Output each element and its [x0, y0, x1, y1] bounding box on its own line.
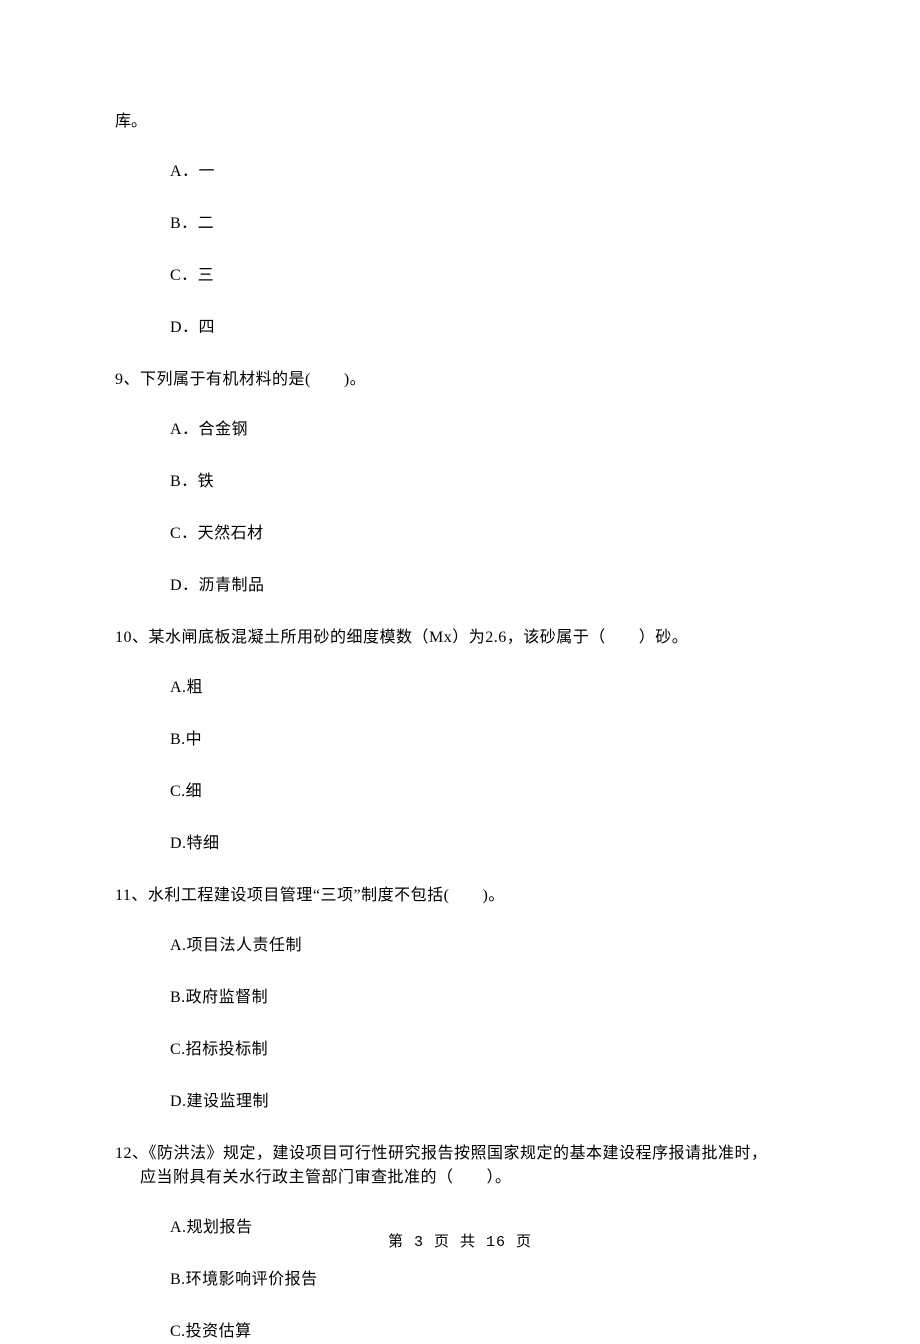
- q11-option-d: D.建设监理制: [170, 1090, 805, 1114]
- q10-option-b: B.中: [170, 728, 805, 752]
- q11-option-a: A.项目法人责任制: [170, 934, 805, 958]
- document-page: 库。 A．一 B．二 C．三 D．四 9、下列属于有机材料的是( )。 A．合金…: [0, 0, 920, 1302]
- q12-option-c: C.投资估算: [170, 1320, 805, 1344]
- q9-option-a: A．合金钢: [170, 418, 805, 442]
- q8-option-d: D．四: [170, 316, 805, 340]
- q8-option-b: B．二: [170, 212, 805, 236]
- q10-option-c: C.细: [170, 780, 805, 804]
- q12-option-b: B.环境影响评价报告: [170, 1268, 805, 1292]
- q12-stem-line1: 12、《防洪法》规定，建设项目可行性研究报告按照国家规定的基本建设程序报请批准时…: [115, 1142, 805, 1166]
- q8-option-c: C．三: [170, 264, 805, 288]
- q9-option-d: D．沥青制品: [170, 574, 805, 598]
- q10-stem: 10、某水闸底板混凝土所用砂的细度模数（Mx）为2.6，该砂属于（ ）砂。: [115, 626, 805, 650]
- previous-question-fragment: 库。: [115, 110, 805, 134]
- q9-stem: 9、下列属于有机材料的是( )。: [115, 368, 805, 392]
- q9-option-c: C．天然石材: [170, 522, 805, 546]
- q11-option-b: B.政府监督制: [170, 986, 805, 1010]
- q8-option-a: A．一: [170, 160, 805, 184]
- q11-option-c: C.招标投标制: [170, 1038, 805, 1062]
- page-footer: 第 3 页 共 16 页: [0, 1232, 920, 1255]
- q12-stem-line2: 应当附具有关水行政主管部门审查批准的（ ）。: [140, 1166, 805, 1190]
- q9-option-b: B．铁: [170, 470, 805, 494]
- q11-stem: 11、水利工程建设项目管理“三项”制度不包括( )。: [115, 884, 805, 908]
- q10-option-a: A.粗: [170, 676, 805, 700]
- q10-option-d: D.特细: [170, 832, 805, 856]
- q12-stem: 12、《防洪法》规定，建设项目可行性研究报告按照国家规定的基本建设程序报请批准时…: [115, 1142, 805, 1190]
